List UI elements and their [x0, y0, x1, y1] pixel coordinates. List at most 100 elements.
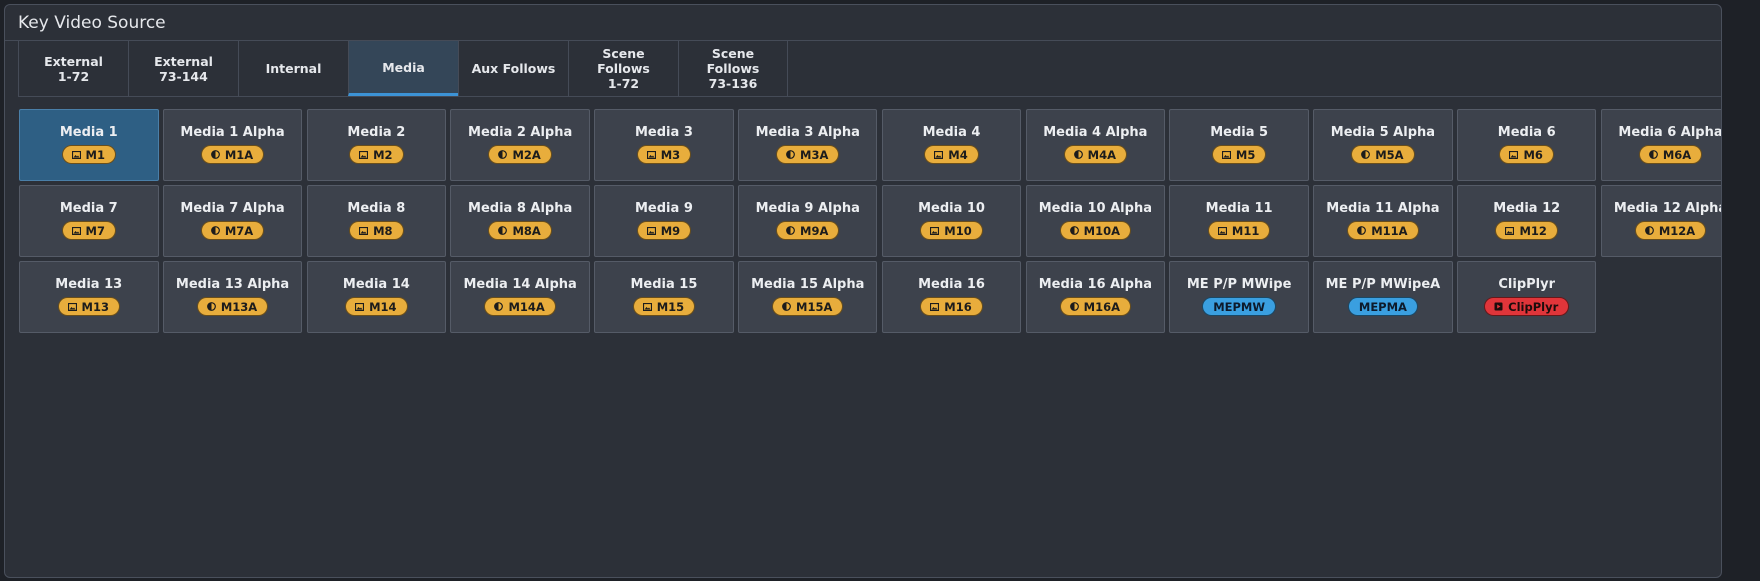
source-button-mepma[interactable]: ME P/P MWipeA MEPMA [1313, 261, 1453, 333]
source-button-m1[interactable]: Media 1 M1 [19, 109, 159, 181]
image-icon [646, 226, 656, 235]
source-badge: M1 [61, 145, 116, 164]
alpha-icon [494, 302, 504, 311]
source-button-clipplyr[interactable]: ClipPlyr ClipPlyr [1456, 261, 1597, 333]
source-button-m10a[interactable]: Media 10 Alpha M10A [1025, 185, 1166, 257]
image-icon [359, 150, 369, 159]
source-name: Media 6 Alpha [1618, 125, 1722, 140]
source-button-mepmw[interactable]: ME P/P MWipe MEPMW [1169, 261, 1309, 333]
source-button-m1a[interactable]: Media 1 Alpha M1A [162, 109, 303, 181]
source-name: ME P/P MWipe [1186, 277, 1292, 292]
source-badge: M15 [632, 297, 696, 316]
source-badge: M7 [61, 221, 116, 240]
source-button-m16[interactable]: Media 16 M16 [881, 261, 1022, 333]
source-name: Media 9 Alpha [755, 201, 860, 216]
tab-external-1-72[interactable]: External 1-72 [18, 41, 128, 96]
badge-label: M3A [800, 147, 829, 162]
source-button-m14[interactable]: Media 14 M14 [306, 261, 447, 333]
image-icon [1509, 150, 1519, 159]
source-badge: M4A [1063, 145, 1127, 164]
badge-label: M15A [796, 299, 833, 314]
source-badge: M2 [349, 145, 404, 164]
alpha-icon [1069, 302, 1079, 311]
source-button-m11a[interactable]: Media 11 Alpha M11A [1313, 185, 1453, 257]
alpha-icon [782, 302, 791, 311]
image-icon [1505, 226, 1515, 235]
image-icon [642, 302, 652, 311]
badge-label: M13A [220, 299, 258, 314]
source-badge: M14A [484, 297, 556, 316]
badge-label: M11 [1231, 223, 1260, 238]
source-button-m12[interactable]: Media 12 M12 [1456, 185, 1597, 257]
panel-title: Key Video Source [5, 5, 1721, 41]
source-name: Media 12 Alpha [1613, 201, 1722, 216]
source-button-m5[interactable]: Media 5 M5 [1169, 109, 1309, 181]
tab-scene-follows-73-136[interactable]: Scene Follows 73-136 [678, 41, 788, 96]
image-icon [930, 226, 940, 235]
alpha-icon [1648, 150, 1658, 159]
source-badge: M8A [488, 221, 552, 240]
tab-internal[interactable]: Internal [238, 41, 348, 96]
source-badge: M14 [345, 297, 408, 316]
source-button-m8[interactable]: Media 8 M8 [306, 185, 447, 257]
badge-label: M7A [224, 223, 254, 238]
source-button-m13a[interactable]: Media 13 Alpha M13A [162, 261, 303, 333]
source-name: Media 13 [55, 277, 123, 292]
source-badge: M12 [1495, 221, 1558, 240]
source-name: Media 10 [918, 201, 985, 216]
source-badge: M13 [57, 297, 120, 316]
source-button-m6[interactable]: Media 6 M6 [1456, 109, 1597, 181]
source-button-m9[interactable]: Media 9 M9 [594, 185, 734, 257]
source-button-m6a[interactable]: Media 6 Alpha M6A [1600, 109, 1722, 181]
source-badge: M13A [196, 297, 269, 316]
source-button-m7[interactable]: Media 7 M7 [19, 185, 159, 257]
badge-label: M16A [1083, 299, 1120, 314]
source-button-m13[interactable]: Media 13 M13 [19, 261, 159, 333]
source-button-m7a[interactable]: Media 7 Alpha M7A [162, 185, 303, 257]
badge-label: ClipPlyr [1508, 299, 1559, 314]
tab-aux-follows[interactable]: Aux Follows [458, 41, 568, 96]
source-button-m9a[interactable]: Media 9 Alpha M9A [737, 185, 878, 257]
source-name: Media 2 [347, 125, 406, 140]
alpha-icon [210, 226, 220, 235]
tab-media[interactable]: Media [348, 41, 458, 96]
source-name: Media 4 [922, 125, 981, 140]
source-button-m14a[interactable]: Media 14 Alpha M14A [450, 261, 590, 333]
source-grid: Media 1 M1 Media 1 Alpha M1A Media 2 M2 Media … [19, 109, 1722, 333]
source-button-m4[interactable]: Media 4 M4 [881, 109, 1022, 181]
source-button-m4a[interactable]: Media 4 Alpha M4A [1025, 109, 1166, 181]
source-tabs: External 1-72 External 73-144 Internal Medi… [18, 41, 1721, 97]
source-badge: MEPMA [1347, 297, 1418, 316]
source-button-m5a[interactable]: Media 5 Alpha M5A [1313, 109, 1453, 181]
source-name: Media 10 Alpha [1038, 201, 1152, 216]
source-button-m16a[interactable]: Media 16 Alpha M16A [1025, 261, 1166, 333]
alpha-icon [1073, 150, 1083, 159]
source-name: Media 5 [1210, 125, 1269, 140]
source-badge: MEPMW [1202, 297, 1277, 316]
source-button-m3a[interactable]: Media 3 Alpha M3A [737, 109, 878, 181]
source-button-m15a[interactable]: Media 15 Alpha M15A [737, 261, 878, 333]
badge-label: M4 [948, 147, 968, 162]
source-name: Media 13 Alpha [175, 277, 290, 292]
image-icon [355, 302, 365, 311]
source-button-m3[interactable]: Media 3 M3 [594, 109, 734, 181]
alpha-icon [1361, 150, 1371, 159]
badge-label: M5A [1375, 147, 1404, 162]
tab-scene-follows-1-72[interactable]: Scene Follows 1-72 [568, 41, 678, 96]
tab-label: Scene Follows 73-136 [706, 46, 760, 91]
badge-label: M13 [81, 299, 109, 314]
source-button-m10[interactable]: Media 10 M10 [881, 185, 1022, 257]
badge-label: M15 [656, 299, 685, 314]
source-name: Media 8 [347, 201, 406, 216]
source-name: Media 6 [1497, 125, 1556, 140]
source-button-m15[interactable]: Media 15 M15 [594, 261, 734, 333]
source-badge: M5 [1211, 145, 1267, 164]
tab-label: Internal [265, 61, 322, 76]
source-button-m2[interactable]: Media 2 M2 [306, 109, 447, 181]
source-button-m2a[interactable]: Media 2 Alpha M2A [450, 109, 590, 181]
source-button-m11[interactable]: Media 11 M11 [1169, 185, 1309, 257]
source-button-m8a[interactable]: Media 8 Alpha M8A [450, 185, 590, 257]
badge-label: M7 [85, 223, 105, 238]
tab-external-73-144[interactable]: External 73-144 [128, 41, 238, 96]
source-button-m12a[interactable]: Media 12 Alpha M12A [1600, 185, 1722, 257]
